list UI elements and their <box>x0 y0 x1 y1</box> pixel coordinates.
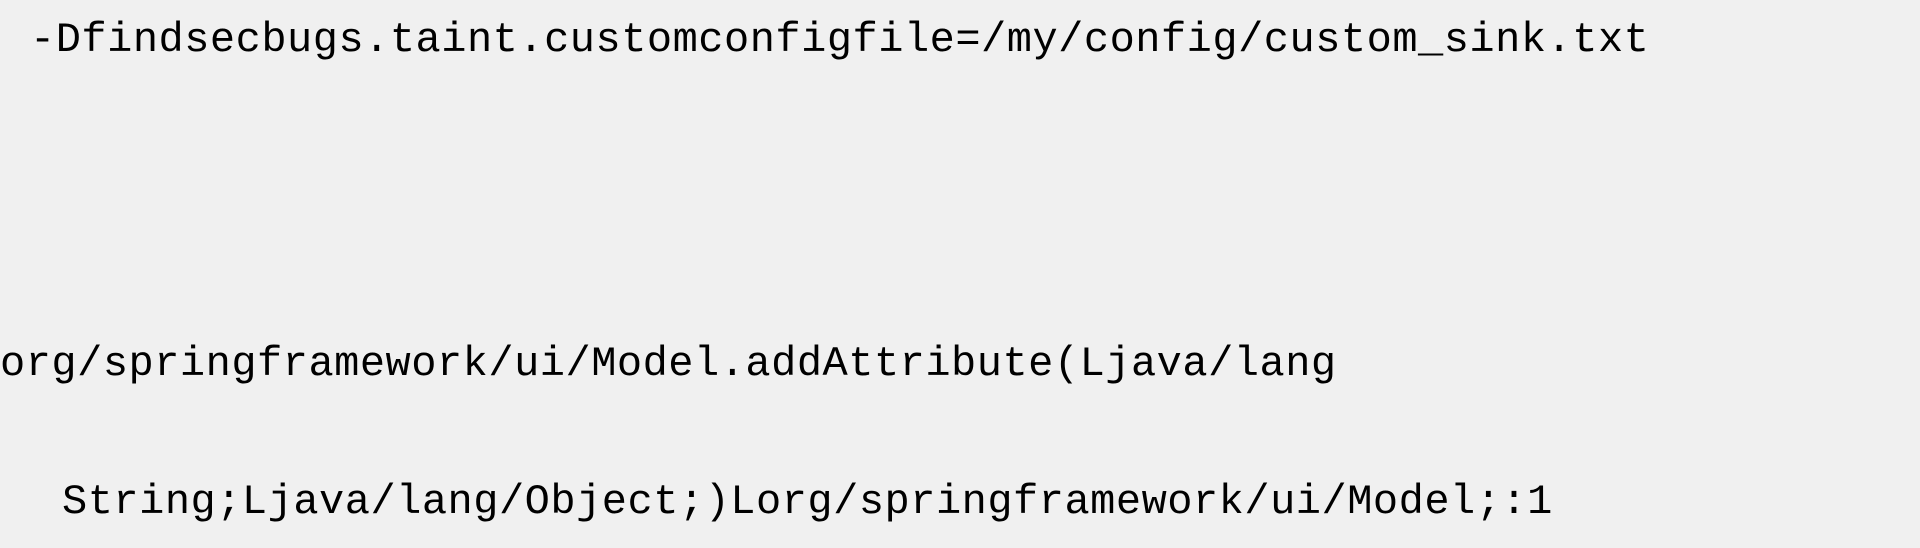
code-line-1: -Dfindsecbugs.taint.customconfigfile=/my… <box>30 16 1649 64</box>
code-line-3: String;Ljava/lang/Object;)Lorg/springfra… <box>62 478 1553 526</box>
code-line-2: org/springframework/ui/Model.addAttribut… <box>0 340 1337 388</box>
